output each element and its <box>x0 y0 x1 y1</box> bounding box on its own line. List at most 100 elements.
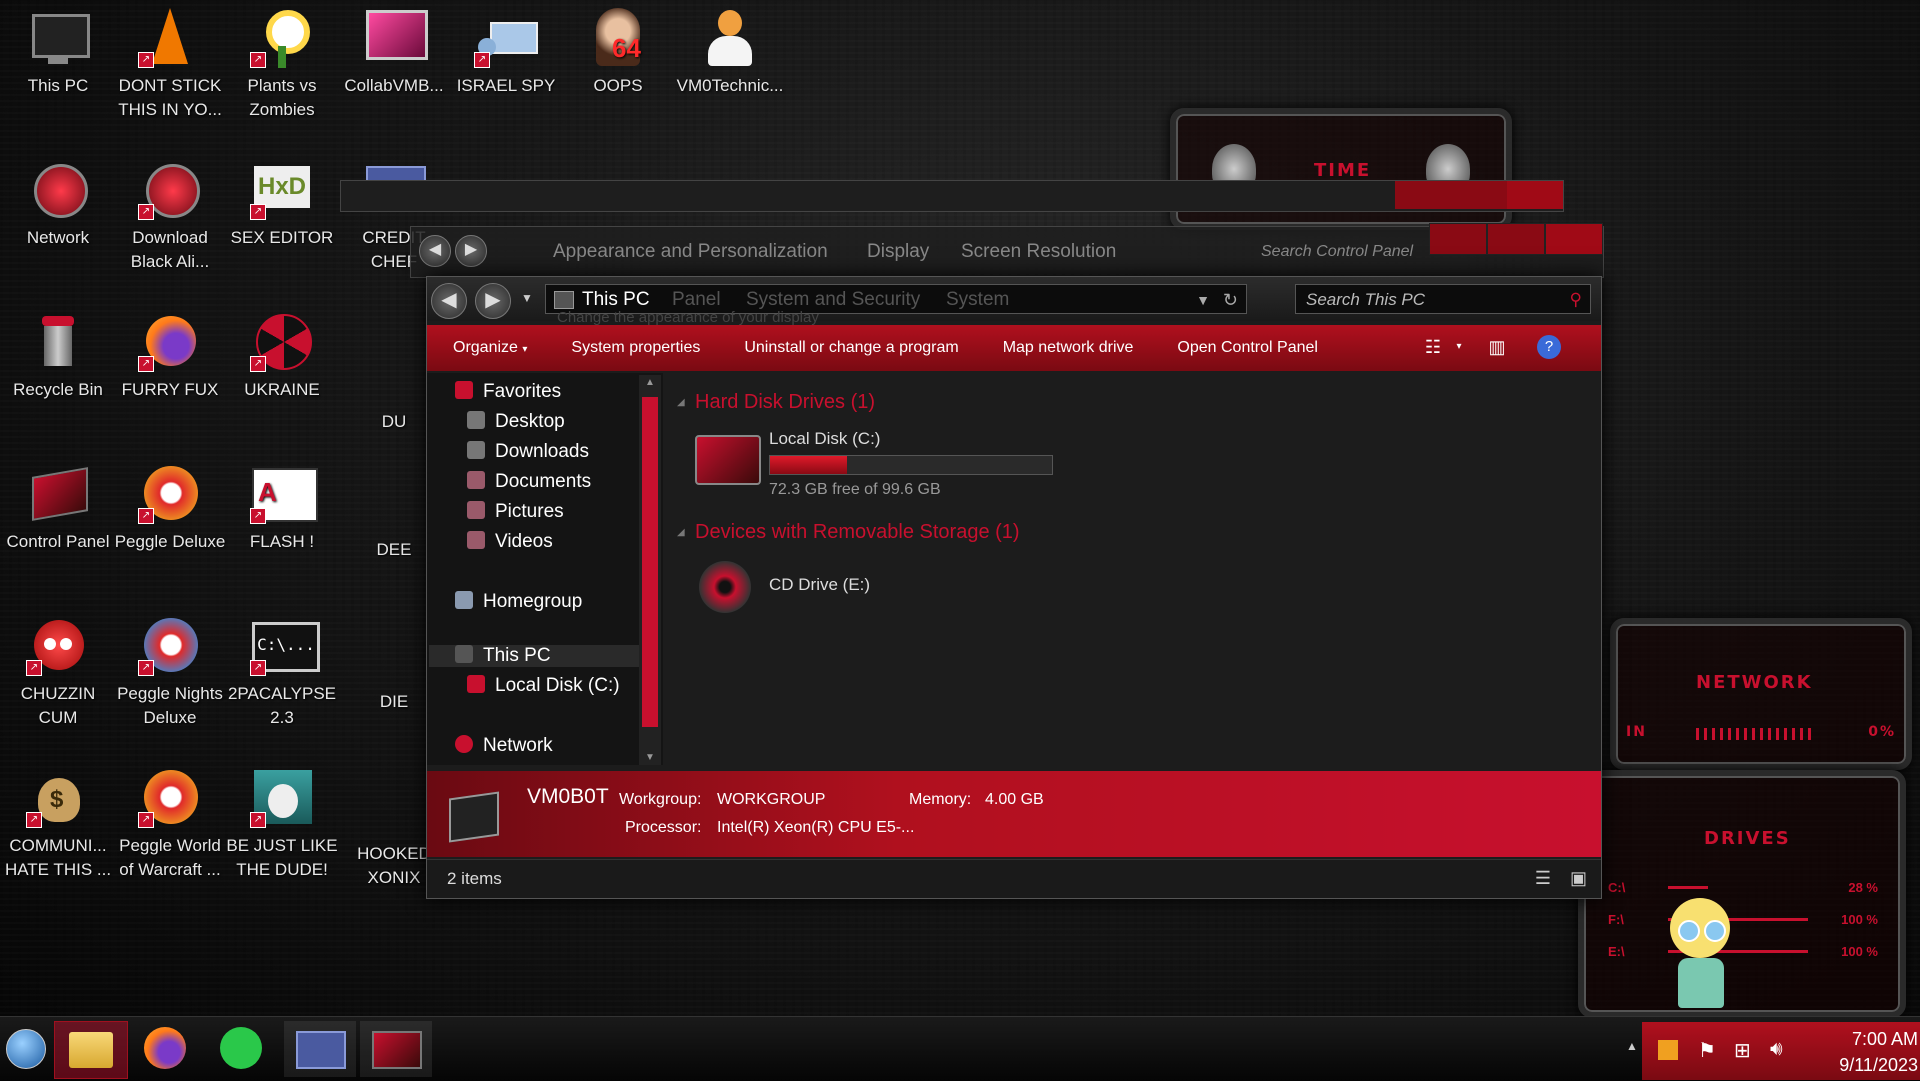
view-dropdown-chevron-icon[interactable]: ▾ <box>1447 335 1471 359</box>
taskbar-control-panel[interactable] <box>360 1021 432 1077</box>
collapse-arrow-icon[interactable]: ◢ <box>677 527 685 538</box>
desktop-icon-recycle-bin[interactable]: Recycle Bin <box>2 304 114 402</box>
scroll-down-arrow-icon[interactable]: ▼ <box>645 752 655 763</box>
search-input[interactable]: Search This PC ⚲ <box>1295 284 1591 314</box>
drive-item-cd-drive-e[interactable]: CD Drive (E:) <box>693 557 1093 627</box>
navigation-pane: Favorites Desktop Downloads Documents Pi… <box>427 373 663 765</box>
refresh-icon[interactable]: ↻ <box>1223 285 1238 315</box>
show-hidden-icons-chevron-icon[interactable]: ▲ <box>1626 1039 1638 1053</box>
desktop-icon-control-panel[interactable]: Control Panel <box>2 456 114 554</box>
nav-local-disk[interactable]: Local Disk (C:) <box>467 675 620 697</box>
breadcrumb-item[interactable]: Screen Resolution <box>961 241 1116 263</box>
open-control-panel-button[interactable]: Open Control Panel <box>1177 339 1318 357</box>
desktop-icon-this-pc[interactable]: This PC <box>2 0 114 98</box>
system-properties-button[interactable]: System properties <box>571 339 700 357</box>
network-widget: NETWORK IN 0% <box>1610 618 1912 770</box>
desktop-icon-peggle-wow[interactable]: ↗ Peggle World of Warcraft ... <box>114 760 226 882</box>
desktop-icon-be-just-like-the-dude[interactable]: ↗ BE JUST LIKE THE DUDE! <box>226 760 338 882</box>
drive-usage-bar <box>769 455 1053 475</box>
desktop-icon-download-black-ali[interactable]: ↗ Download Black Ali... <box>114 152 226 274</box>
computer-icon <box>455 645 473 663</box>
radiation-icon: ↗ <box>250 310 314 374</box>
desktop-icon-chuzzin-cum[interactable]: ↗ CHUZZIN CUM <box>2 608 114 730</box>
nav-videos[interactable]: Videos <box>467 531 553 553</box>
nav-homegroup[interactable]: Homegroup <box>455 591 582 613</box>
close-button[interactable] <box>1545 223 1603 255</box>
organize-button[interactable]: Organize ▾ <box>453 339 527 357</box>
desktop-icon-sex-editor[interactable]: HxD ↗ SEX EDITOR <box>226 152 338 250</box>
minimize-button[interactable] <box>1429 223 1487 255</box>
group-hard-disk-drives[interactable]: Hard Disk Drives (1) <box>695 391 875 414</box>
volume-icon[interactable]: 🔊︎ <box>1770 1038 1783 1061</box>
desktop-icon-oops[interactable]: 64 OOPS <box>562 0 674 98</box>
forward-button[interactable]: ▶ <box>455 235 487 267</box>
chuzzle-icon: ↗ <box>26 614 90 678</box>
uninstall-program-button[interactable]: Uninstall or change a program <box>744 339 958 357</box>
close-button[interactable] <box>1507 181 1563 209</box>
nav-documents[interactable]: Documents <box>467 471 591 493</box>
console-icon: C:\... ↗ <box>250 614 320 678</box>
desktop-icon-israel-spy[interactable]: ↗ ISRAEL SPY <box>450 0 562 98</box>
control-panel-search[interactable]: Search Control Panel <box>1261 243 1413 261</box>
taskbar-app-window[interactable] <box>284 1021 356 1077</box>
nav-this-pc[interactable]: This PC <box>429 645 659 667</box>
back-button[interactable]: ◀ <box>431 283 467 319</box>
tray-app-icon[interactable] <box>1658 1040 1678 1060</box>
nav-downloads[interactable]: Downloads <box>467 441 589 463</box>
breadcrumb-item[interactable]: Display <box>867 241 929 263</box>
help-icon[interactable]: ? <box>1537 335 1561 359</box>
breadcrumb-item[interactable]: Appearance and Personalization <box>553 241 828 263</box>
desktop-icon-network[interactable]: Network <box>2 152 114 250</box>
nav-scrollbar[interactable]: ▲ ▼ <box>639 375 661 765</box>
control-panel-window[interactable]: ◀ ▶ Appearance and Personalization Displ… <box>410 223 1604 278</box>
peggle-nights-icon: ↗ <box>138 614 202 678</box>
view-options-icon[interactable]: ☷ <box>1421 335 1445 359</box>
nav-desktop[interactable]: Desktop <box>467 411 565 433</box>
scroll-up-arrow-icon[interactable]: ▲ <box>645 377 655 388</box>
group-removable-storage[interactable]: Devices with Removable Storage (1) <box>695 521 1020 544</box>
desktop-icon-dont-stick[interactable]: ↗ DONT STICK THIS IN YO... <box>114 0 226 122</box>
background-window[interactable] <box>340 180 1564 212</box>
nav-favorites[interactable]: Favorites <box>455 381 561 403</box>
clock[interactable]: 7:00 AM 9/11/2023 <box>1802 1026 1918 1078</box>
map-network-drive-button[interactable]: Map network drive <box>1003 339 1134 357</box>
content-pane: ◢ Hard Disk Drives (1) Local Disk (C:) 7… <box>663 373 1601 765</box>
maximize-button[interactable] <box>1487 223 1545 255</box>
back-button[interactable]: ◀ <box>419 235 451 267</box>
desktop-icon-2pacalypse[interactable]: C:\... ↗ 2PACALYPSE 2.3 <box>226 608 338 730</box>
computer-icon <box>449 791 499 843</box>
peggle-icon: ↗ <box>138 462 202 526</box>
desktop-icon-ukraine[interactable]: ↗ UKRAINE <box>226 304 338 402</box>
desktop-icon-vm0technic[interactable]: VM0Technic... <box>674 0 786 98</box>
desktop-icon-peggle-nights[interactable]: ↗ Peggle Nights Deluxe <box>114 608 226 730</box>
minimize-button[interactable] <box>1395 181 1451 209</box>
taskbar-firefox[interactable] <box>130 1021 202 1077</box>
taskbar-notes-app[interactable] <box>206 1021 278 1077</box>
nav-pictures[interactable]: Pictures <box>467 501 564 523</box>
preview-pane-icon[interactable]: ▥ <box>1485 335 1509 359</box>
address-dropdown-icon[interactable]: ▼ <box>1196 285 1210 315</box>
maximize-button[interactable] <box>1451 181 1507 209</box>
desktop-icon-communi-hate[interactable]: $ ↗ COMMUNI... HATE THIS ... <box>2 760 114 882</box>
start-button[interactable] <box>6 1029 46 1069</box>
nav-network[interactable]: Network <box>455 735 553 757</box>
scroll-thumb[interactable] <box>642 397 658 727</box>
desktop-icon-collabvm[interactable]: CollabVMB... <box>338 0 450 98</box>
drive-item-local-disk-c[interactable]: Local Disk (C:) 72.3 GB free of 99.6 GB <box>693 425 1293 505</box>
large-icons-view-icon[interactable]: ▣ <box>1570 868 1587 889</box>
forward-button[interactable]: ▶ <box>475 283 511 319</box>
network-status-icon[interactable]: ⊞ <box>1734 1038 1751 1063</box>
computer-icon <box>26 6 90 70</box>
details-view-icon[interactable]: ☰ <box>1535 868 1551 889</box>
explorer-window[interactable]: ◀ ▶ ▼ This PC Panel System and Security … <box>426 276 1602 899</box>
cartoon-character-image <box>1652 898 1748 1010</box>
search-icon[interactable]: ⚲ <box>1570 285 1582 315</box>
action-center-flag-icon[interactable]: ⚑ <box>1698 1038 1716 1063</box>
desktop-icon-furry-fux[interactable]: ↗ FURRY FUX <box>114 304 226 402</box>
taskbar-file-explorer[interactable] <box>54 1021 128 1079</box>
recent-locations-chevron-icon[interactable]: ▼ <box>521 291 533 305</box>
desktop-icon-peggle-deluxe[interactable]: ↗ Peggle Deluxe <box>114 456 226 554</box>
collapse-arrow-icon[interactable]: ◢ <box>677 397 685 408</box>
desktop-icon-flash[interactable]: A ↗ FLASH ! <box>226 456 338 554</box>
desktop-icon-plants-vs-zombies[interactable]: ↗ Plants vs Zombies <box>226 0 338 122</box>
